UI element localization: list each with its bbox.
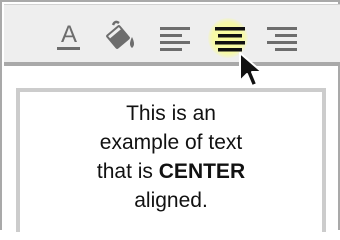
- text-line-3-prefix: that is: [96, 160, 159, 183]
- fill-color-button[interactable]: [101, 17, 141, 57]
- align-left-button[interactable]: [155, 17, 195, 57]
- document-text: This is an example of text that is CENTE…: [20, 99, 322, 215]
- document-area[interactable]: This is an example of text that is CENTE…: [16, 88, 326, 232]
- svg-text:A: A: [61, 21, 77, 48]
- align-right-icon: [267, 27, 297, 51]
- text-line-3: that is CENTER: [20, 157, 322, 186]
- bold-word: CENTER: [158, 160, 246, 183]
- align-left-icon: [160, 27, 190, 51]
- text-line-2: example of text: [99, 131, 243, 154]
- font-color-button[interactable]: A: [49, 17, 89, 57]
- formatting-toolbar: A: [4, 4, 340, 66]
- text-color-icon: A: [57, 21, 80, 50]
- mouse-pointer-icon: [239, 52, 263, 87]
- text-line-1: This is an: [126, 102, 216, 125]
- editor-window: A This is an example of text that is CEN…: [0, 0, 340, 232]
- align-right-button[interactable]: [262, 17, 302, 57]
- paint-bucket-icon: [106, 20, 134, 49]
- text-line-4: aligned.: [134, 189, 208, 212]
